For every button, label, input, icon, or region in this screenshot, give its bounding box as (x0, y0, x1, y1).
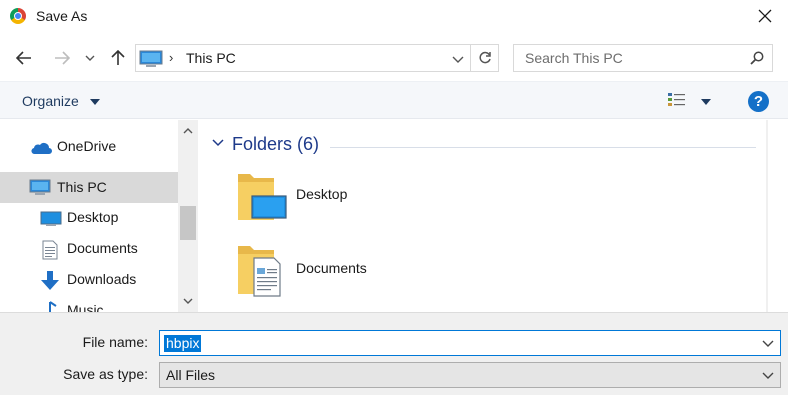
search-placeholder: Search This PC (525, 50, 623, 66)
folder-label: Desktop (296, 186, 348, 202)
breadcrumb-this-pc[interactable]: This PC (186, 50, 236, 66)
sidebar-item-downloads[interactable]: Downloads (0, 266, 178, 294)
sidebar-item-label: Music (67, 302, 104, 312)
chevron-up-icon (183, 128, 193, 134)
sidebar-item-this-pc[interactable]: This PC (0, 172, 178, 203)
close-button[interactable] (742, 0, 788, 32)
change-view-icon[interactable] (667, 92, 687, 110)
refresh-button[interactable] (470, 45, 498, 71)
close-icon (758, 9, 772, 23)
folder-label: Documents (296, 260, 367, 276)
save-form: File name: hbpix Save as type: All Files (0, 312, 788, 395)
back-button[interactable] (12, 44, 36, 72)
refresh-icon (478, 51, 491, 64)
forward-button[interactable] (50, 44, 74, 72)
search-icon (750, 51, 764, 65)
sidebar-item-music[interactable]: Music (0, 297, 178, 312)
desktop-icon (40, 211, 62, 226)
sidebar-item-label: Documents (67, 240, 138, 256)
file-name-label: File name: (82, 334, 148, 350)
arrow-up-icon (111, 50, 125, 65)
chevron-down-icon (183, 298, 193, 304)
sidebar-item-label: OneDrive (57, 138, 117, 154)
title-bar: Save As (0, 0, 788, 32)
scroll-up-button[interactable] (766, 122, 768, 140)
scroll-down-button[interactable] (766, 292, 768, 310)
navigation-row: › This PC Search This PC (0, 40, 788, 76)
file-name-input[interactable]: hbpix (159, 330, 781, 356)
folder-documents[interactable]: Documents (236, 242, 416, 302)
sidebar-item-documents[interactable]: Documents (0, 235, 178, 263)
scroll-up-button[interactable] (178, 122, 198, 140)
save-as-type-label: Save as type: (63, 366, 148, 382)
group-divider (330, 147, 756, 148)
command-bar: Organize ? (0, 81, 788, 119)
scrollbar-thumb[interactable] (180, 206, 196, 240)
documents-folder-icon (238, 246, 281, 297)
desktop-folder-icon (238, 174, 287, 220)
save-as-type-select[interactable]: All Files (159, 362, 781, 388)
music-icon (49, 301, 57, 312)
search-box[interactable]: Search This PC (513, 44, 773, 72)
collapse-group-icon[interactable] (212, 139, 224, 147)
navigation-scrollbar[interactable] (178, 120, 198, 312)
arrow-right-icon (55, 51, 70, 65)
chevron-down-icon (762, 372, 774, 379)
folder-desktop[interactable]: Desktop (236, 170, 416, 230)
breadcrumb-separator-icon: › (169, 50, 174, 65)
organize-button[interactable]: Organize (22, 93, 79, 109)
chrome-icon (10, 8, 26, 24)
scroll-down-button[interactable] (178, 292, 198, 310)
save-as-type-value: All Files (166, 367, 216, 383)
chevron-down-icon[interactable] (762, 337, 774, 349)
this-pc-icon (29, 179, 51, 195)
help-button[interactable]: ? (748, 91, 769, 112)
file-name-value[interactable]: hbpix (164, 335, 202, 352)
sidebar-item-desktop[interactable]: Desktop (0, 204, 178, 232)
onedrive-icon (31, 143, 52, 155)
up-button[interactable] (106, 44, 130, 72)
downloads-icon (41, 271, 59, 290)
arrow-left-icon (16, 51, 31, 65)
address-bar[interactable]: › This PC (135, 44, 499, 72)
window-title: Save As (36, 8, 88, 24)
sidebar-item-onedrive[interactable]: OneDrive (0, 133, 178, 161)
address-dropdown-icon[interactable] (450, 51, 466, 67)
content-scrollbar[interactable] (766, 120, 768, 312)
group-header[interactable]: Folders (6) (232, 134, 319, 155)
content-pane: Folders (6) Desktop Documents (198, 120, 768, 312)
sidebar-item-label: Downloads (67, 271, 137, 287)
sidebar-item-label: Desktop (67, 209, 119, 225)
documents-icon (42, 240, 58, 260)
recent-locations-button[interactable] (82, 44, 98, 72)
computer-icon (139, 50, 163, 67)
view-options-caret-icon[interactable] (701, 99, 711, 105)
navigation-pane: OneDrive This PC Desktop Documents Downl… (0, 120, 198, 312)
sidebar-item-label: This PC (57, 179, 107, 195)
organize-caret-icon (90, 99, 100, 105)
chevron-down-icon (85, 55, 95, 61)
